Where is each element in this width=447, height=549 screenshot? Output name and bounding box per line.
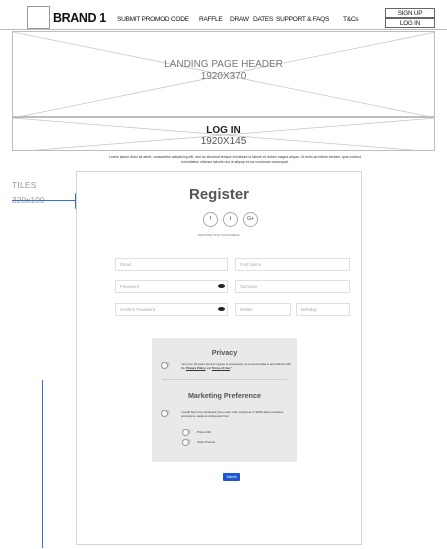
annotation-arrow-line [12, 200, 78, 201]
mobile-field[interactable]: Mobile [235, 303, 291, 316]
nav-link-terms[interactable]: T&Cs [343, 16, 359, 23]
twitter-icon[interactable]: t [223, 212, 238, 227]
terms-of-use-link[interactable]: Terms of Use [212, 366, 230, 370]
show-confirm-password-eye-icon[interactable] [218, 307, 225, 311]
log-in-size: 1920X145 [200, 136, 247, 147]
register-form: Register f t G+ REGISTER WITH SOCIALMEDI… [76, 171, 362, 545]
submit-button[interactable]: Submit [223, 473, 240, 481]
intro-text: Lorem ipsum dolor sit amet, consectetur … [108, 155, 362, 164]
nav-link-raffle[interactable]: RAFFLE [199, 16, 223, 23]
email-field[interactable]: Email [115, 258, 228, 271]
tiles-annotation-label: TILES [12, 180, 37, 190]
hero-size: 1920X370 [200, 71, 247, 82]
google-plus-icon[interactable]: G+ [243, 212, 258, 227]
brand-logo-placeholder[interactable] [27, 6, 50, 29]
password-field[interactable]: Password [115, 280, 228, 293]
privacy-consent-text: I am over 18 years old and I agree to pr… [181, 362, 291, 370]
facebook-icon[interactable]: f [203, 212, 218, 227]
nav-link-submit-promo-code[interactable]: SUBMIT PROMOD CODE [117, 16, 189, 23]
marketing-consent-text: I would like to be contacted (via e-mail… [181, 410, 284, 418]
marketing-consent-toggle[interactable] [161, 410, 170, 417]
log-in-banner-placeholder[interactable]: LOG IN 1920X145 [12, 117, 435, 151]
social-register-caption: REGISTER WITH SOCIALMEDIA [197, 233, 241, 237]
nav-link-draw[interactable]: DRAW [230, 16, 249, 23]
hero-title: LANDING PAGE HEADER [164, 59, 283, 70]
first-name-field[interactable]: First Name [235, 258, 350, 271]
landing-page-header-placeholder: LANDING PAGE HEADER 1920X370 [12, 31, 435, 117]
brand-name[interactable]: BRAND 1 [53, 11, 106, 25]
birthday-field[interactable]: Birthday [296, 303, 350, 316]
surname-field[interactable]: Surname [235, 280, 350, 293]
annotation-vertical-line [42, 380, 43, 548]
other-promos-label: Other Promos [197, 439, 215, 444]
marketing-preference-title: Marketing Preference [187, 391, 262, 400]
nav-link-dates[interactable]: DATES [253, 16, 273, 23]
sign-up-button[interactable]: SIGN UP [385, 8, 435, 18]
promo-001-label: Promo 001 [197, 429, 212, 434]
privacy-policy-link[interactable]: Privacy Policy [186, 366, 206, 370]
privacy-text-end: .* [229, 366, 232, 370]
privacy-title: Privacy [211, 348, 238, 357]
show-password-eye-icon[interactable] [218, 284, 225, 288]
preferences-divider [162, 379, 287, 380]
preferences-panel: Privacy I am over 18 years old and I agr… [152, 338, 297, 462]
log-in-button[interactable]: LOG IN [385, 18, 435, 28]
confirm-password-field[interactable]: Confirm Password [115, 303, 228, 316]
log-in-title: LOG IN [206, 125, 241, 136]
top-navigation: BRAND 1 SUBMIT PROMOD CODE RAFFLE DRAW D… [0, 0, 447, 30]
nav-link-support-faqs[interactable]: SUPPORT & FAQS [276, 16, 329, 23]
register-title: Register [188, 186, 250, 203]
privacy-consent-toggle[interactable] [161, 362, 170, 369]
other-promos-toggle[interactable] [182, 439, 191, 446]
promo-001-toggle[interactable] [182, 429, 191, 436]
